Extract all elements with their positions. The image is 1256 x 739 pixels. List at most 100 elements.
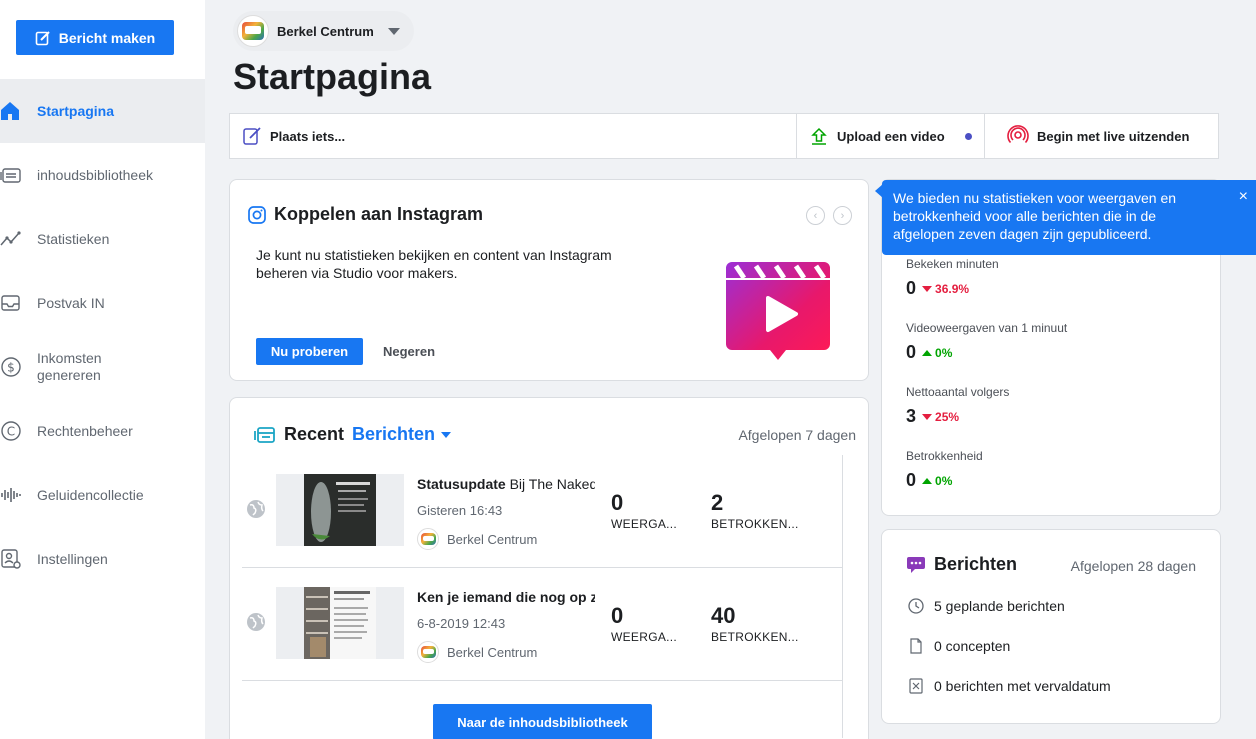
post-thumbnail [276,587,404,659]
sidebar-item-label: Instellingen [37,550,108,567]
scheduled-posts-card: Berichten Afgelopen 28 dagen 5 geplande … [881,529,1221,724]
sidebar-item-inbox[interactable]: Postvak IN [0,271,205,335]
upload-icon [811,127,827,145]
page-title: Startpagina [233,56,432,97]
scheduled-posts-link[interactable]: 5 geplande berichten [908,598,1065,614]
engagement-value: 2 [711,490,724,515]
message-icon [907,556,925,573]
instagram-description: Je kunt nu statistieken bekijken en cont… [256,247,612,281]
settings-icon [0,548,22,570]
sidebar-item-label: Postvak IN [37,294,105,311]
stat-net-followers: Nettoaantal volgers 3 25% [906,385,1009,427]
sidebar-item-label: Rechtenbeheer [37,422,133,439]
create-post-button[interactable]: Bericht maken [16,20,174,55]
sidebar-item-settings[interactable]: Instellingen [0,527,205,591]
close-icon[interactable]: × [1239,189,1248,205]
post-page-name: Berkel Centrum [447,644,538,660]
recent-posts-card: Recent Berichten Afgelopen 7 dagen Statu… [229,397,869,739]
post-thumbnail [276,474,404,546]
info-tooltip: We bieden nu statistieken voor weergaven… [875,180,1256,255]
upload-video-button[interactable]: Upload een video [797,114,985,158]
views-metric: 0 WEERGA... [611,604,677,645]
home-icon [0,100,22,122]
page-name: Berkel Centrum [277,23,374,39]
sidebar-item-monetization[interactable]: $ Inkomsten genereren [0,335,205,399]
sidebar-item-library[interactable]: inhoudsbibliotheek [0,143,205,207]
post-title-type: Statusupdate [417,476,506,492]
draft-icon [910,638,922,654]
post-row[interactable]: Statusupdate Bij The Naked Gisteren 16:4… [242,455,842,568]
stat-1min-views: Videoweergaven van 1 minuut 0 0% [906,321,1067,363]
post-page: Berkel Centrum [417,641,537,663]
video-play-illustration [726,262,830,360]
post-row[interactable]: Ken je iemand die nog op z 6-8-2019 12:4… [242,568,842,681]
stat-label: Betrokkenheid [906,449,983,463]
svg-text:C: C [7,425,15,439]
sidebar-item-rights[interactable]: C Rechtenbeheer [0,399,205,463]
expired-posts-link[interactable]: 0 berichten met vervaldatum [908,678,1111,694]
post-title: Statusupdate Bij The Naked [417,476,595,492]
instagram-card: Koppelen aan Instagram ‹ › Je kunt nu st… [229,179,869,381]
stat-label: Videoweergaven van 1 minuut [906,321,1068,335]
stat-delta: 0% [922,346,952,360]
sidebar-item-label: Geluidencollectie [37,486,144,503]
post-title-text: Bij The Naked [505,476,595,492]
stat-minutes-viewed: Bekeken minuten 0 36.9% [906,257,999,299]
carousel-arrows: ‹ › [806,206,852,225]
instagram-icon [248,205,266,224]
trend-up-icon [922,349,933,356]
globe-icon [247,500,265,518]
sidebar-item-sound[interactable]: Geluidencollectie [0,463,205,527]
page-avatar [417,528,439,550]
posts-filter-dropdown[interactable]: Berichten [352,424,452,445]
insights-icon [0,228,22,250]
sidebar-item-label: Statistieken [37,230,110,247]
composer-bar: Plaats iets... Upload een video Begin me… [229,113,1219,159]
drafts-label: 0 concepten [934,638,1011,654]
recent-header: Recent Berichten [254,424,452,445]
page-selector[interactable]: Berkel Centrum [233,11,414,51]
sidebar-item-startpagina[interactable]: Startpagina [0,79,205,143]
stat-value: 0 [906,342,917,362]
expired-posts-label: 0 berichten met vervaldatum [934,678,1111,694]
live-icon [1007,125,1029,144]
go-to-library-button[interactable]: Naar de inhoudsbibliotheek [433,704,652,739]
svg-text:$: $ [7,361,15,375]
sound-icon [0,484,22,506]
engagement-metric: 40 BETROKKEN... [711,603,799,645]
chevron-left-icon[interactable]: ‹ [806,206,825,225]
ignore-button[interactable]: Negeren [383,338,435,365]
sidebar: Bericht maken Startpagina inhoudsbibliot… [0,0,205,739]
trend-up-icon [922,477,933,484]
trend-down-icon [922,285,933,292]
views-label: WEERGA... [611,517,678,531]
notification-dot [964,132,972,140]
sidebar-nav: Startpagina inhoudsbibliotheek Statistie… [0,79,205,591]
tooltip-arrow [875,184,883,198]
tooltip-text: We bieden nu statistieken voor weergaven… [893,190,1177,242]
recent-label: Recent [284,424,345,444]
try-now-button[interactable]: Nu proberen [256,338,363,365]
post-page: Berkel Centrum [417,528,537,550]
chevron-down-icon [387,27,400,35]
scrollbar[interactable] [842,455,856,738]
go-live-button[interactable]: Begin met live uitzenden [985,114,1218,158]
pencil-icon [243,127,261,145]
drafts-link[interactable]: 0 concepten [908,638,1010,654]
library-icon [0,164,22,186]
inbox-icon [0,292,22,314]
create-post-field[interactable]: Plaats iets... [230,114,797,158]
posts-icon [254,426,275,443]
stat-value: 3 [906,406,917,426]
chevron-right-icon[interactable]: › [833,206,852,225]
recent-range: Afgelopen 7 dagen [738,427,856,443]
post-title: Ken je iemand die nog op z [417,589,595,605]
sidebar-item-insights[interactable]: Statistieken [0,207,205,271]
stat-delta: 36.9% [922,282,969,296]
page-avatar [417,641,439,663]
engagement-value: 40 [711,603,736,628]
copyright-icon: C [0,420,22,442]
trend-down-icon [922,413,933,420]
edit-icon [35,30,50,45]
post-page-name: Berkel Centrum [447,531,538,547]
